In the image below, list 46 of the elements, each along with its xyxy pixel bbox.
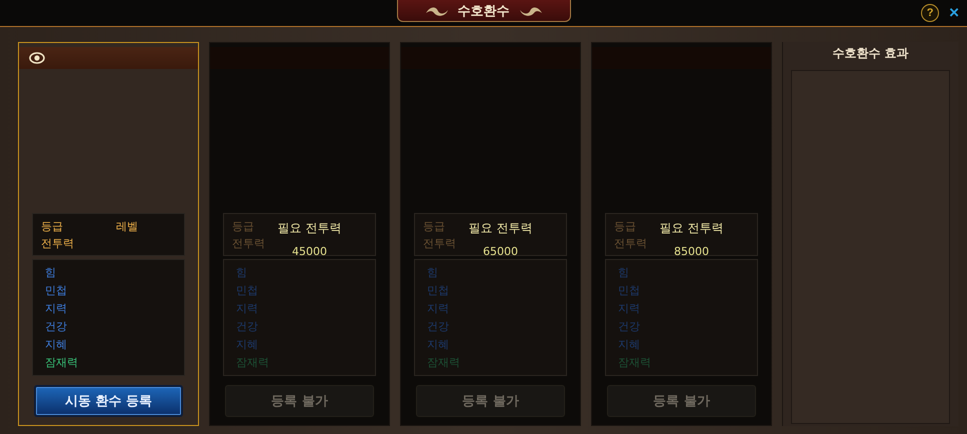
stat-label: 잠재력 xyxy=(45,355,79,370)
level-label: 레벨 xyxy=(116,219,138,234)
power-label: 전투력 xyxy=(614,236,647,251)
close-button[interactable]: × xyxy=(949,5,959,21)
stat-label: 지력 xyxy=(618,301,641,316)
stat-label: 잠재력 xyxy=(618,355,652,370)
required-power-label: 필요 전투력 xyxy=(468,220,532,237)
help-button[interactable]: ? xyxy=(921,4,940,22)
required-power-label: 필요 전투력 xyxy=(660,220,724,237)
effects-title: 수호환수 효과 xyxy=(832,45,909,62)
stat-label: 건강 xyxy=(618,319,641,334)
stat-label: 잠재력 xyxy=(427,355,461,370)
stat-label: 지력 xyxy=(236,301,259,316)
stat-label: 건강 xyxy=(427,319,450,334)
stat-label: 지혜 xyxy=(45,337,68,352)
slot-panel[interactable]: 등급 레벨 전투력 힘 민첩 지력 건강 지혜 잠재력 시동 환수 등록 xyxy=(18,42,199,426)
stat-label: 민첩 xyxy=(427,283,450,298)
grade-label: 등급 xyxy=(614,219,636,234)
stat-label: 민첩 xyxy=(45,283,68,298)
stat-label: 지력 xyxy=(45,301,68,316)
stat-label: 지혜 xyxy=(236,337,259,352)
stat-label: 건강 xyxy=(45,319,68,334)
grade-label: 등급 xyxy=(232,219,254,234)
stat-label: 건강 xyxy=(236,319,259,334)
required-power-value: 45000 xyxy=(292,245,327,258)
stat-label: 힘 xyxy=(45,265,57,280)
required-power-value: 65000 xyxy=(483,245,518,258)
stat-label: 지력 xyxy=(427,301,450,316)
stat-label: 힘 xyxy=(236,265,248,280)
window-title: 수호환수 xyxy=(458,2,510,20)
power-label: 전투력 xyxy=(232,236,265,251)
stat-label: 힘 xyxy=(618,265,630,280)
stat-label: 지혜 xyxy=(427,337,450,352)
stat-label: 민첩 xyxy=(236,283,259,298)
grade-label: 등급 xyxy=(423,219,445,234)
power-label: 전투력 xyxy=(423,236,456,251)
stat-label: 지혜 xyxy=(618,337,641,352)
required-power-value: 85000 xyxy=(674,245,709,258)
stat-label: 잠재력 xyxy=(236,355,270,370)
stat-label: 힘 xyxy=(427,265,439,280)
power-label: 전투력 xyxy=(41,236,74,251)
grade-label: 등급 xyxy=(41,219,63,234)
stat-label: 민첩 xyxy=(618,283,641,298)
required-power-label: 필요 전투력 xyxy=(278,220,342,237)
eye-icon[interactable] xyxy=(29,52,45,64)
register-button[interactable]: 시동 환수 등록 xyxy=(34,385,183,417)
